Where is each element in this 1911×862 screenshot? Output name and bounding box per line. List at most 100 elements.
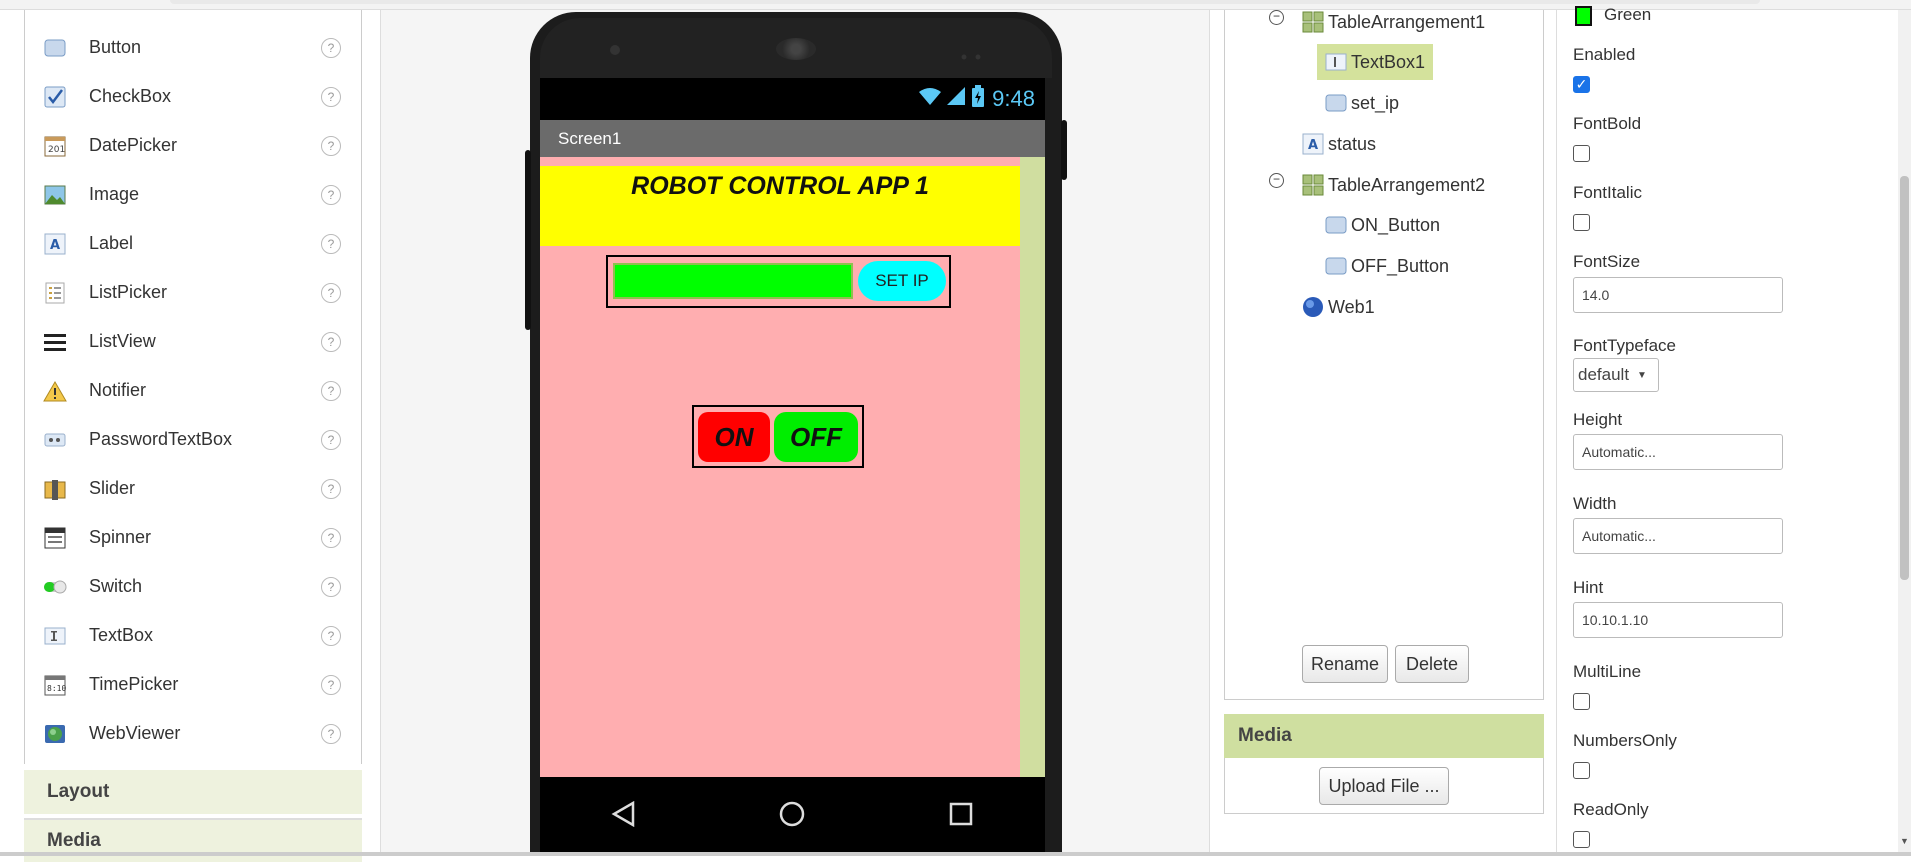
- textbox-icon: [1325, 51, 1347, 73]
- fontbold-checkbox[interactable]: [1573, 145, 1590, 162]
- palette-item-datepicker[interactable]: 201 DatePicker ?: [25, 121, 363, 170]
- tree-node-tablearrangement2[interactable]: TableArrangement2: [1302, 170, 1485, 200]
- screen-scroll-strip: [1020, 157, 1045, 777]
- recents-icon[interactable]: [948, 801, 974, 832]
- properties-panel: [1556, 10, 1876, 856]
- table-arrangement-icon: [1302, 174, 1324, 196]
- tree-node-label: set_ip: [1351, 92, 1400, 113]
- enabled-checkbox[interactable]: ✓: [1573, 76, 1590, 93]
- fonttypeface-value: default: [1578, 365, 1630, 384]
- off-button[interactable]: OFF: [774, 412, 858, 462]
- table-arrangement-icon: [1302, 11, 1324, 33]
- help-icon[interactable]: ?: [321, 625, 341, 646]
- palette-item-button[interactable]: Button ?: [25, 23, 363, 72]
- phone-status-bar: 9:48: [540, 78, 1045, 120]
- battery-icon: [972, 85, 985, 113]
- help-icon[interactable]: ?: [321, 723, 341, 744]
- height-input[interactable]: Automatic...: [1573, 434, 1783, 470]
- fontitalic-checkbox[interactable]: [1573, 214, 1590, 231]
- palette-item-textbox[interactable]: TextBox ?: [25, 611, 363, 660]
- button-icon: [1325, 255, 1347, 277]
- palette-item-image[interactable]: Image ?: [25, 170, 363, 219]
- color-swatch[interactable]: [1575, 6, 1592, 26]
- palette-item-passwordtextbox[interactable]: PasswordTextBox ?: [25, 415, 363, 464]
- help-icon[interactable]: ?: [321, 380, 341, 401]
- help-icon[interactable]: ?: [321, 527, 341, 548]
- palette-item-label[interactable]: A Label ?: [25, 219, 363, 268]
- fontsize-input[interactable]: 14.0: [1573, 277, 1783, 313]
- help-icon[interactable]: ?: [321, 282, 341, 303]
- scrollbar-thumb[interactable]: [1900, 176, 1909, 580]
- delete-button[interactable]: Delete: [1395, 645, 1469, 683]
- on-button[interactable]: ON: [698, 412, 770, 462]
- palette-item-spinner[interactable]: Spinner ?: [25, 513, 363, 562]
- palette-item-label: Button: [89, 37, 142, 57]
- palette-panel: Button ? CheckBox ? 201 DatePicker ? Ima…: [24, 10, 362, 764]
- media-header: Media: [1224, 714, 1544, 758]
- help-icon[interactable]: ?: [321, 184, 341, 205]
- multiline-checkbox[interactable]: [1573, 693, 1590, 710]
- collapse-icon[interactable]: −: [1269, 10, 1284, 25]
- palette-section-layout[interactable]: Layout: [24, 770, 362, 814]
- phone-side-button: [525, 150, 531, 330]
- home-icon[interactable]: [778, 800, 806, 833]
- help-icon[interactable]: ?: [321, 576, 341, 597]
- datepicker-icon: 201: [43, 134, 67, 158]
- readonly-label: ReadOnly: [1573, 800, 1649, 819]
- help-icon[interactable]: ?: [321, 86, 341, 107]
- palette-item-switch[interactable]: Switch ?: [25, 562, 363, 611]
- upload-file-button[interactable]: Upload File ...: [1319, 767, 1449, 805]
- palette-item-slider[interactable]: Slider ?: [25, 464, 363, 513]
- tree-node-web1[interactable]: Web1: [1302, 292, 1375, 322]
- palette-item-notifier[interactable]: Notifier ?: [25, 366, 363, 415]
- palette-item-label: Image: [89, 184, 140, 204]
- fonttypeface-select[interactable]: default ▼: [1573, 358, 1659, 392]
- hint-input[interactable]: 10.10.1.10: [1573, 602, 1783, 638]
- scroll-down-arrow-icon[interactable]: ▼: [1899, 836, 1910, 846]
- screen-title-bar: Screen1: [540, 120, 1045, 157]
- help-icon[interactable]: ?: [321, 233, 341, 254]
- tree-node-on-button[interactable]: ON_Button: [1325, 210, 1440, 240]
- palette-item-label: Spinner: [89, 527, 152, 547]
- palette-item-label: PasswordTextBox: [89, 429, 233, 449]
- help-icon[interactable]: ?: [321, 429, 341, 450]
- tree-node-textbox1[interactable]: TextBox1: [1317, 44, 1434, 80]
- bottom-border: [0, 852, 1911, 856]
- help-icon[interactable]: ?: [321, 331, 341, 352]
- rename-button[interactable]: Rename: [1302, 645, 1388, 683]
- help-icon[interactable]: ?: [321, 674, 341, 695]
- status-time: 9:48: [992, 86, 1035, 111]
- sensor-dots: [960, 47, 984, 60]
- palette-item-listpicker[interactable]: ListPicker ?: [25, 268, 363, 317]
- palette-item-listview[interactable]: ListView ?: [25, 317, 363, 366]
- button-icon: [1325, 214, 1347, 236]
- palette-item-checkbox[interactable]: CheckBox ?: [25, 72, 363, 121]
- bg-color-value[interactable]: Green: [1604, 5, 1651, 25]
- tree-node-tablearrangement1[interactable]: TableArrangement1: [1302, 7, 1485, 37]
- help-icon[interactable]: ?: [321, 478, 341, 499]
- switch-icon: [43, 575, 67, 599]
- tree-node-set-ip[interactable]: set_ip: [1325, 88, 1399, 118]
- back-icon[interactable]: [611, 800, 637, 832]
- password-icon: [43, 428, 67, 452]
- help-icon[interactable]: ?: [321, 135, 341, 156]
- numbersonly-checkbox[interactable]: [1573, 762, 1590, 779]
- screen-title: Screen1: [558, 128, 622, 148]
- phone-power-button: [1061, 120, 1067, 180]
- tree-node-label: status: [1328, 133, 1377, 154]
- ip-textbox[interactable]: [613, 263, 853, 299]
- palette-item-label: CheckBox: [89, 86, 172, 106]
- readonly-checkbox[interactable]: [1573, 831, 1590, 848]
- listview-icon: [43, 330, 67, 354]
- svg-text:8:10: 8:10: [47, 684, 66, 693]
- set-ip-button[interactable]: SET IP: [858, 261, 946, 301]
- help-icon[interactable]: ?: [321, 37, 341, 58]
- palette-item-label: TextBox: [89, 625, 154, 645]
- palette-item-webviewer[interactable]: WebViewer ?: [25, 709, 363, 758]
- width-input[interactable]: Automatic...: [1573, 518, 1783, 554]
- dropdown-arrow-icon: ▼: [1637, 369, 1647, 381]
- palette-item-timepicker[interactable]: 8:10 TimePicker ?: [25, 660, 363, 709]
- tree-node-off-button[interactable]: OFF_Button: [1325, 251, 1449, 281]
- collapse-icon[interactable]: −: [1269, 173, 1284, 188]
- tree-node-status[interactable]: A status: [1302, 129, 1376, 159]
